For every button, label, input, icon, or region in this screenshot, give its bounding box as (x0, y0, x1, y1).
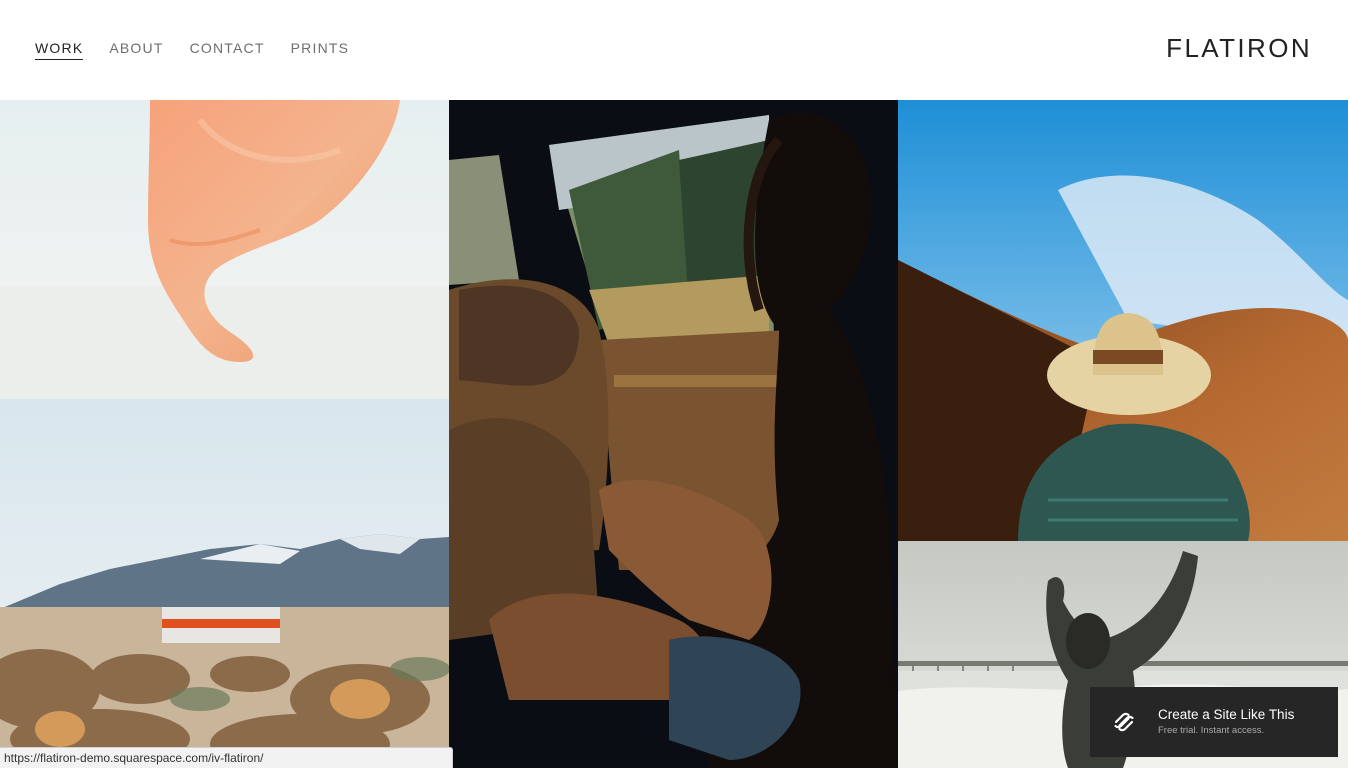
promo-subtitle: Free trial. Instant access. (1158, 725, 1265, 736)
nav-item-contact[interactable]: CONTACT (190, 40, 265, 60)
hat-photo (898, 100, 1348, 541)
create-site-promo[interactable]: Create a Site Like This Free trial. Inst… (1090, 687, 1338, 757)
fabric-photo (0, 100, 449, 399)
promo-text: Create a Site Like This Free trial. Inst… (1158, 707, 1294, 737)
gallery-item-fabric[interactable] (0, 100, 449, 399)
nav-item-about[interactable]: ABOUT (109, 40, 163, 60)
nav-item-prints[interactable]: PRINTS (291, 40, 350, 60)
car-photo (449, 100, 898, 768)
gallery-item-trailer[interactable] (0, 399, 449, 768)
browser-status-url: https://flatiron-demo.squarespace.com/iv… (0, 747, 453, 768)
gallery-item-car[interactable] (449, 100, 898, 768)
main-nav: WORK ABOUT CONTACT PRINTS (35, 40, 375, 60)
nav-item-work[interactable]: WORK (35, 40, 84, 60)
site-logo[interactable]: FLATIRON (1166, 33, 1312, 63)
gallery-item-hat[interactable] (898, 100, 1348, 541)
site-header: WORK ABOUT CONTACT PRINTS FLATIRON (0, 0, 1348, 100)
trailer-photo (0, 399, 449, 768)
promo-title: Create a Site Like This (1158, 707, 1295, 722)
squarespace-logo-icon (1114, 712, 1134, 732)
